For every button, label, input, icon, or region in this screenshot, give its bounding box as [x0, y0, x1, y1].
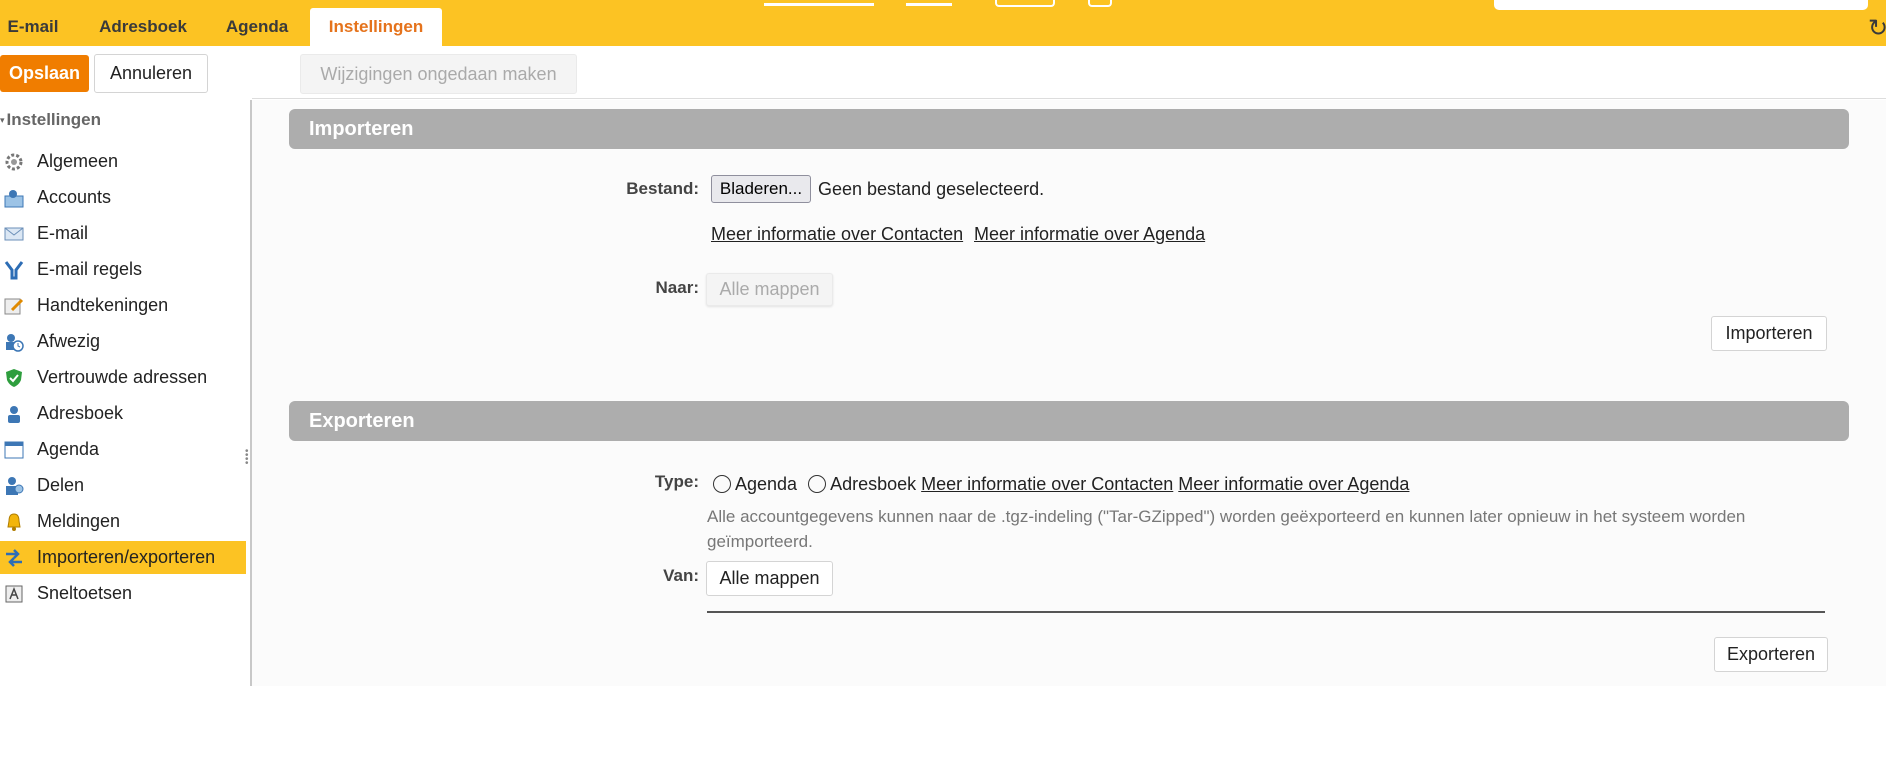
sidebar-item-label: Meldingen	[37, 511, 121, 531]
import-button[interactable]: Importeren	[1711, 316, 1827, 351]
shield-check-icon	[3, 367, 25, 389]
sidebar-item-label: Agenda	[37, 439, 100, 459]
sidebar-item-label: Importeren/exporteren	[37, 547, 216, 567]
export-info-text: Alle accountgegevens kunnen naar de .tgz…	[707, 507, 1746, 551]
radio-agenda[interactable]: Agenda	[713, 474, 797, 494]
collapse-triangle-icon[interactable]: ▾	[0, 115, 5, 126]
action-toolbar: Opslaan Annuleren Wijzigingen ongedaan m…	[0, 46, 1886, 100]
sidebar-item-agenda[interactable]: Agenda	[0, 433, 246, 466]
export-divider-line	[707, 611, 1825, 613]
account-icon	[3, 187, 25, 209]
save-button[interactable]: Opslaan	[0, 55, 89, 92]
from-label: Van:	[663, 566, 699, 585]
sidebar-item-label: E-mail regels	[37, 259, 143, 279]
toolbar-divider	[252, 98, 1886, 99]
radio-circle-icon[interactable]	[713, 475, 731, 493]
export-section-header: Exporteren	[289, 401, 1849, 441]
export-button[interactable]: Exporteren	[1714, 637, 1828, 672]
toolbar-decoration-box	[995, 0, 1055, 7]
share-people-icon	[3, 475, 25, 497]
sidebar-item-label: Adresboek	[37, 403, 124, 423]
away-clock-icon	[3, 331, 25, 353]
radio-adresboek-label: Adresboek	[830, 474, 917, 494]
sidebar-item-accounts[interactable]: Accounts	[0, 181, 246, 214]
keyboard-icon	[3, 583, 25, 605]
radio-adresboek[interactable]: Adresboek	[808, 474, 916, 494]
cancel-button[interactable]: Annuleren	[94, 54, 208, 93]
signature-icon	[3, 295, 25, 317]
sidebar-item-label: E-mail	[37, 223, 89, 243]
toolbar-decoration-box	[1088, 0, 1112, 7]
import-link-calendar[interactable]: Meer informatie over Agenda	[974, 224, 1205, 245]
sidebar-item-label: Accounts	[37, 187, 112, 207]
toolbar-decoration-bar	[906, 3, 952, 6]
radio-circle-icon[interactable]	[808, 475, 827, 493]
sidebar-item-adresboek[interactable]: Adresboek	[0, 397, 246, 430]
browse-file-button[interactable]: Bladeren...	[711, 175, 811, 203]
sidebar-item-label: Algemeen	[37, 151, 119, 171]
search-input[interactable]	[1494, 0, 1868, 10]
calendar-icon	[3, 439, 25, 461]
sidebar-item-label: Delen	[37, 475, 85, 495]
sidebar-item-sneltoetsen[interactable]: Sneltoetsen	[0, 577, 246, 610]
import-export-icon	[3, 547, 25, 569]
page-bottom-area	[0, 686, 1886, 775]
top-navigation-bar: E-mail Adresboek Agenda Instellingen ↻	[0, 0, 1886, 46]
import-section-header: Importeren	[289, 109, 1849, 149]
import-link-contacts[interactable]: Meer informatie over Contacten	[711, 224, 963, 245]
sidebar-header-label: Instellingen	[6, 110, 101, 129]
sidebar-item-label: Sneltoetsen	[37, 583, 133, 603]
sidebar-item-email-regels[interactable]: E-mail regels	[0, 253, 246, 286]
sidebar-item-importeren-exporteren[interactable]: Importeren/exporteren	[0, 541, 246, 574]
gear-icon	[3, 151, 25, 173]
sidebar-item-email[interactable]: E-mail	[0, 217, 246, 250]
type-label: Type:	[654, 472, 699, 491]
undo-changes-button[interactable]: Wijzigingen ongedaan maken	[300, 54, 577, 94]
filter-icon	[3, 259, 25, 281]
radio-agenda-label: Agenda	[735, 474, 798, 494]
envelope-icon	[3, 223, 25, 245]
export-folder-button[interactable]: Alle mappen	[706, 561, 833, 596]
export-link-calendar[interactable]: Meer informatie over Agenda	[1178, 474, 1409, 494]
bell-icon	[3, 511, 25, 533]
tab-instellingen[interactable]: Instellingen	[310, 8, 442, 46]
sidebar-item-label: Handtekeningen	[37, 295, 169, 315]
settings-content-panel	[252, 100, 1886, 686]
tab-adresboek[interactable]: Adresboek	[88, 8, 198, 46]
settings-sidebar: ▾ Instellingen Algemeen Accounts E-mail …	[0, 100, 246, 686]
sidebar-item-vertrouwde-adressen[interactable]: Vertrouwde adressen	[0, 361, 246, 394]
refresh-icon[interactable]: ↻	[1868, 14, 1886, 43]
import-folder-button[interactable]: Alle mappen	[706, 273, 833, 306]
sidebar-item-delen[interactable]: Delen	[0, 469, 246, 502]
sidebar-item-afwezig[interactable]: Afwezig	[0, 325, 246, 358]
tab-agenda[interactable]: Agenda	[216, 8, 298, 46]
splitter-grip-icon[interactable]: • • • •	[245, 447, 249, 469]
sidebar-item-handtekeningen[interactable]: Handtekeningen	[0, 289, 246, 322]
to-label: Naar:	[655, 278, 699, 297]
file-label: Bestand:	[626, 179, 699, 198]
tab-email[interactable]: E-mail	[0, 8, 66, 46]
sidebar-item-algemeen[interactable]: Algemeen	[0, 145, 246, 178]
sidebar-item-label: Afwezig	[37, 331, 101, 351]
sidebar-item-meldingen[interactable]: Meldingen	[0, 505, 246, 538]
sidebar-tree-header[interactable]: ▾ Instellingen	[0, 108, 101, 132]
sidebar-item-label: Vertrouwde adressen	[37, 367, 208, 387]
toolbar-decoration-bar	[764, 3, 874, 6]
export-type-options: Agenda Adresboek Meer informatie over Co…	[713, 474, 1409, 495]
export-link-contacts[interactable]: Meer informatie over Contacten	[921, 474, 1173, 494]
no-file-selected-text: Geen bestand geselecteerd.	[818, 179, 1045, 199]
person-icon	[3, 403, 25, 425]
